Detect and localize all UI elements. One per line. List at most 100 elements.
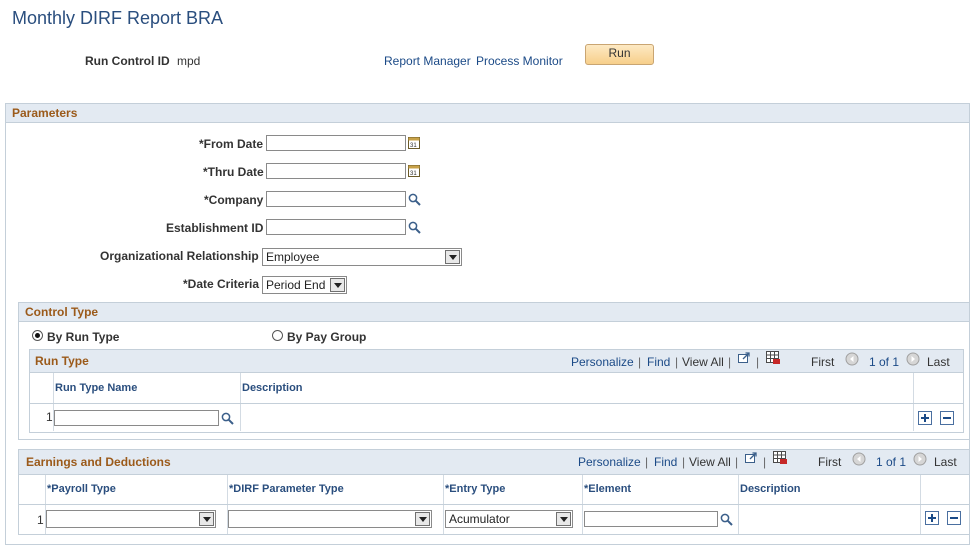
entry-type-select[interactable]: Acumulator (445, 510, 573, 528)
description-column[interactable]: Description (242, 382, 303, 394)
search-icon[interactable] (720, 513, 733, 526)
element-input[interactable] (584, 511, 718, 527)
zoom-icon[interactable] (737, 351, 751, 364)
column-divider (920, 505, 921, 534)
page-counter: 1 of 1 (876, 455, 907, 469)
description-column[interactable]: Description (740, 483, 801, 495)
personalize-link[interactable]: Personalize (578, 455, 641, 469)
by-pay-group-label: By Pay Group (287, 330, 367, 344)
thru-date-label: *Thru Date (203, 165, 264, 179)
entry-type-column[interactable]: *Entry Type (445, 483, 505, 495)
minus-bar (950, 517, 958, 519)
report-manager-link[interactable]: Report Manager (384, 54, 471, 68)
run-control-value: mpd (177, 54, 201, 68)
calendar-icon[interactable]: 31 (408, 136, 420, 149)
separator: | (638, 355, 642, 369)
org-rel-value: Employee (266, 250, 320, 264)
svg-text:31: 31 (410, 143, 417, 149)
earnings-columns: *Payroll Type *DIRF Parameter Type *Entr… (19, 475, 969, 505)
separator: | (682, 455, 686, 469)
by-run-type-label: By Run Type (47, 330, 120, 344)
chevron-down-icon[interactable] (415, 512, 430, 526)
dirf-parameter-type-column[interactable]: *DIRF Parameter Type (229, 483, 344, 495)
column-divider (45, 475, 46, 504)
first-label[interactable]: First (811, 355, 834, 369)
earnings-grid-title: Earnings and Deductions (26, 455, 171, 469)
next-icon[interactable] (906, 352, 920, 366)
last-label[interactable]: Last (927, 355, 950, 369)
from-date-input[interactable] (266, 135, 406, 151)
process-monitor-link[interactable]: Process Monitor (476, 54, 563, 68)
date-criteria-select[interactable]: Period End (262, 276, 347, 294)
parameters-header: Parameters (6, 104, 969, 123)
run-type-columns: Run Type Name Description (30, 373, 963, 404)
previous-icon[interactable] (845, 352, 859, 366)
zoom-icon[interactable] (744, 451, 758, 464)
row-number: 1 (37, 513, 44, 527)
plus-bar (931, 514, 933, 522)
add-row-icon[interactable] (918, 411, 932, 425)
delete-row-icon[interactable] (940, 411, 954, 425)
date-criteria-label: *Date Criteria (183, 277, 260, 291)
by-pay-group-radio[interactable] (272, 330, 283, 341)
establishment-input[interactable] (266, 219, 406, 235)
control-type-header: Control Type (19, 303, 969, 322)
column-divider (920, 475, 921, 504)
page-counter: 1 of 1 (869, 355, 900, 369)
dirf-parameter-type-select[interactable] (228, 510, 432, 528)
personalize-link[interactable]: Personalize (571, 355, 634, 369)
view-all-link[interactable]: View All (689, 455, 731, 469)
find-link[interactable]: Find (654, 455, 677, 469)
by-run-type-radio[interactable] (32, 330, 43, 341)
add-row-icon[interactable] (925, 511, 939, 525)
find-link[interactable]: Find (647, 355, 670, 369)
download-spreadsheet-icon[interactable] (773, 451, 788, 465)
delete-row-icon[interactable] (947, 511, 961, 525)
search-icon[interactable] (221, 412, 234, 425)
chevron-down-icon[interactable] (199, 512, 214, 526)
run-type-name-input[interactable] (54, 410, 219, 426)
column-divider (227, 475, 228, 504)
separator: | (735, 455, 739, 469)
separator: | (675, 355, 679, 369)
search-icon[interactable] (408, 221, 421, 234)
from-date-label: *From Date (199, 137, 264, 151)
separator: | (756, 355, 760, 369)
separator: | (728, 355, 732, 369)
column-divider (582, 505, 583, 534)
column-divider (738, 475, 739, 504)
company-label: *Company (204, 193, 264, 207)
minus-bar (943, 417, 951, 419)
next-icon[interactable] (913, 452, 927, 466)
establishment-label: Establishment ID (166, 221, 264, 235)
calendar-icon[interactable]: 31 (408, 164, 420, 177)
run-type-name-column[interactable]: Run Type Name (55, 382, 137, 394)
chevron-down-icon[interactable] (556, 512, 571, 526)
previous-icon[interactable] (852, 452, 866, 466)
column-divider (53, 373, 54, 403)
column-divider (240, 404, 241, 431)
date-criteria-value: Period End (266, 278, 326, 292)
column-divider (738, 505, 739, 534)
element-column[interactable]: *Element (584, 483, 631, 495)
payroll-type-column[interactable]: *Payroll Type (47, 483, 116, 495)
company-input[interactable] (266, 191, 406, 207)
entry-type-value: Acumulator (449, 512, 510, 526)
run-button[interactable]: Run (585, 44, 654, 65)
radio-dot (35, 333, 40, 338)
last-label[interactable]: Last (934, 455, 957, 469)
chevron-down-icon[interactable] (445, 250, 460, 264)
svg-text:31: 31 (410, 171, 417, 177)
run-type-grid-title: Run Type (35, 354, 89, 368)
column-divider (582, 475, 583, 504)
payroll-type-select[interactable] (46, 510, 216, 528)
thru-date-input[interactable] (266, 163, 406, 179)
first-label[interactable]: First (818, 455, 841, 469)
view-all-link[interactable]: View All (682, 355, 724, 369)
download-spreadsheet-icon[interactable] (766, 351, 781, 365)
separator: | (645, 455, 649, 469)
chevron-down-icon[interactable] (330, 278, 345, 292)
org-rel-select[interactable]: Employee (262, 248, 462, 266)
page-title: Monthly DIRF Report BRA (12, 8, 224, 28)
search-icon[interactable] (408, 193, 421, 206)
